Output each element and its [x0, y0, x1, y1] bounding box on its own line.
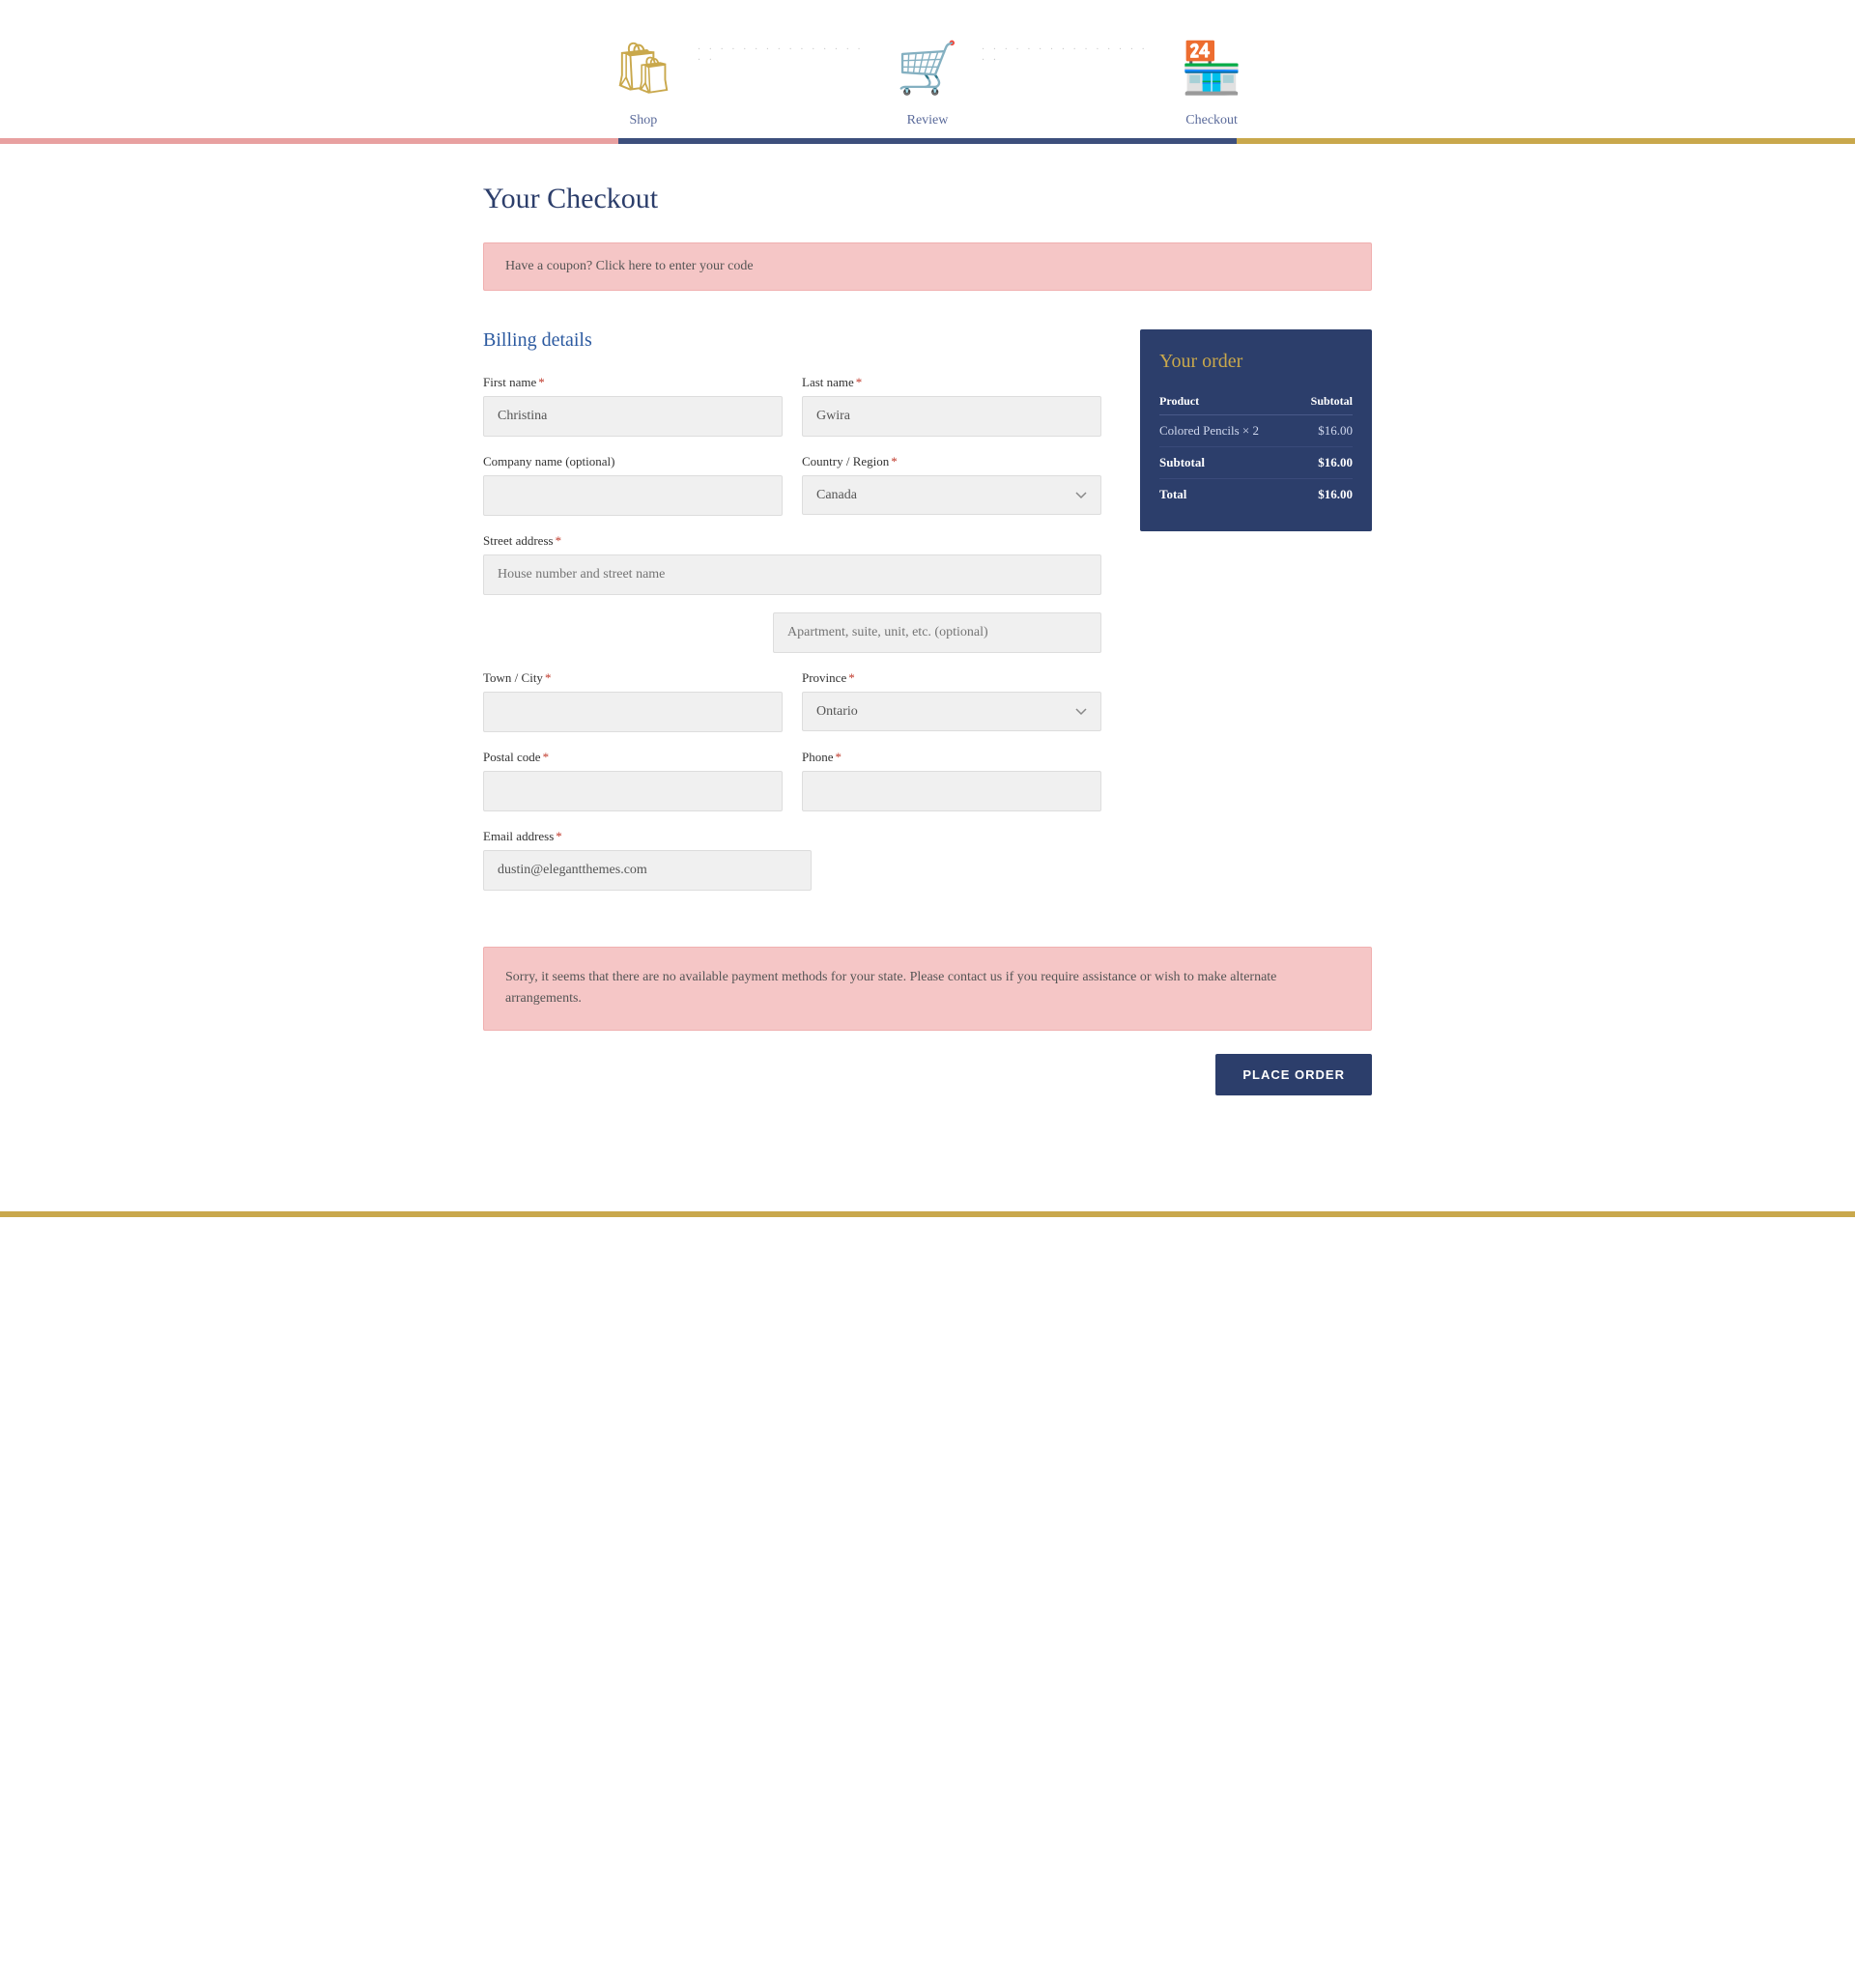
dots-1: · · · · · · · · · · · · · · · · · — [698, 44, 873, 66]
step-checkout-label: Checkout — [1185, 113, 1238, 128]
place-order-row: PLACE ORDER — [483, 1054, 1372, 1095]
step-shop-label: Shop — [630, 113, 658, 128]
payment-error: Sorry, it seems that there are no availa… — [483, 947, 1372, 1031]
required-star-2: * — [856, 375, 863, 389]
required-star-5: * — [545, 670, 552, 685]
checkout-layout: Billing details First name* Last name* — [483, 329, 1372, 908]
checkout-icon: 🏪 — [1181, 39, 1243, 98]
first-name-group: First name* — [483, 375, 783, 437]
required-star-8: * — [836, 750, 842, 764]
company-row: Company name (optional) Country / Region… — [483, 454, 1101, 516]
street-label: Street address* — [483, 533, 1101, 549]
country-select[interactable]: Canada United States United Kingdom Aust… — [802, 475, 1101, 515]
connector-2: · · · · · · · · · · · · · · · · · — [982, 44, 1157, 66]
email-label: Email address* — [483, 829, 1101, 844]
last-name-input[interactable] — [802, 396, 1101, 437]
postal-group: Postal code* — [483, 750, 783, 811]
province-select[interactable]: Ontario Quebec British Columbia Alberta … — [802, 692, 1101, 731]
order-item-row: Colored Pencils × 2 $16.00 — [1159, 415, 1353, 447]
step-review-label: Review — [907, 113, 949, 128]
street-input[interactable] — [483, 554, 1101, 595]
connector-1: · · · · · · · · · · · · · · · · · — [698, 44, 873, 66]
phone-group: Phone* — [802, 750, 1101, 811]
order-item-name: Colored Pencils × 2 — [1159, 415, 1296, 447]
product-col-header: Product — [1159, 388, 1296, 415]
step-checkout[interactable]: 🏪 Checkout — [1157, 39, 1266, 128]
apt-input[interactable] — [773, 612, 1101, 653]
billing-section: Billing details First name* Last name* — [483, 329, 1101, 908]
name-row: First name* Last name* — [483, 375, 1101, 437]
postal-label: Postal code* — [483, 750, 783, 765]
subtotal-col-header: Subtotal — [1296, 388, 1353, 415]
progress-section: 🛍 Shop · · · · · · · · · · · · · · · · ·… — [0, 0, 1855, 144]
street-address-section: Street address* — [483, 533, 1101, 653]
total-value: $16.00 — [1296, 479, 1353, 511]
phone-input[interactable] — [802, 771, 1101, 811]
total-label: Total — [1159, 479, 1296, 511]
postal-input[interactable] — [483, 771, 783, 811]
order-item-price: $16.00 — [1296, 415, 1353, 447]
subtotal-label: Subtotal — [1159, 447, 1296, 479]
required-star-7: * — [543, 750, 550, 764]
last-name-group: Last name* — [802, 375, 1101, 437]
company-name-label: Company name (optional) — [483, 454, 783, 469]
company-name-group: Company name (optional) — [483, 454, 783, 516]
place-order-button[interactable]: PLACE ORDER — [1215, 1054, 1372, 1095]
country-group: Country / Region* Canada United States U… — [802, 454, 1101, 516]
required-star-6: * — [848, 670, 855, 685]
progress-bars — [0, 138, 1855, 144]
email-group: Email address* — [483, 829, 1101, 891]
province-group: Province* Ontario Quebec British Columbi… — [802, 670, 1101, 732]
coupon-banner[interactable]: Have a coupon? Click here to enter your … — [483, 242, 1372, 291]
town-province-row: Town / City* Province* Ontario Quebec Br… — [483, 670, 1101, 732]
email-input[interactable] — [483, 850, 812, 891]
country-label: Country / Region* — [802, 454, 1101, 469]
billing-title: Billing details — [483, 329, 1101, 352]
street-apt-row — [483, 612, 1101, 653]
order-table: Product Subtotal Colored Pencils × 2 $16… — [1159, 388, 1353, 510]
apt-group — [773, 612, 1101, 653]
required-star: * — [538, 375, 545, 389]
first-name-label: First name* — [483, 375, 783, 390]
main-content: Your Checkout Have a coupon? Click here … — [464, 144, 1391, 1153]
required-star-4: * — [556, 533, 562, 548]
progress-bar-gold — [1237, 138, 1855, 144]
dots-2: · · · · · · · · · · · · · · · · · — [982, 44, 1157, 66]
step-review[interactable]: 🛒 Review — [873, 39, 982, 128]
street-label-group: Street address* — [483, 533, 1101, 595]
shop-icon: 🛍 — [612, 39, 675, 98]
subtotal-row: Subtotal $16.00 — [1159, 447, 1353, 479]
last-name-label: Last name* — [802, 375, 1101, 390]
subtotal-value: $16.00 — [1296, 447, 1353, 479]
town-group: Town / City* — [483, 670, 783, 732]
step-shop[interactable]: 🛍 Shop — [589, 39, 698, 128]
company-name-input[interactable] — [483, 475, 783, 516]
first-name-input[interactable] — [483, 396, 783, 437]
postal-phone-row: Postal code* Phone* — [483, 750, 1101, 811]
required-star-3: * — [891, 454, 898, 469]
town-label: Town / City* — [483, 670, 783, 686]
order-title: Your order — [1159, 351, 1353, 373]
progress-bar-blue — [618, 138, 1237, 144]
steps-row: 🛍 Shop · · · · · · · · · · · · · · · · ·… — [589, 39, 1266, 128]
order-summary: Your order Product Subtotal Colored Penc… — [1140, 329, 1372, 531]
review-icon: 🛒 — [897, 39, 959, 98]
town-input[interactable] — [483, 692, 783, 732]
bottom-bar — [0, 1211, 1855, 1217]
phone-label: Phone* — [802, 750, 1101, 765]
page-title: Your Checkout — [483, 183, 1372, 215]
progress-bar-pink — [0, 138, 618, 144]
required-star-9: * — [556, 829, 562, 843]
total-row: Total $16.00 — [1159, 479, 1353, 511]
province-label: Province* — [802, 670, 1101, 686]
